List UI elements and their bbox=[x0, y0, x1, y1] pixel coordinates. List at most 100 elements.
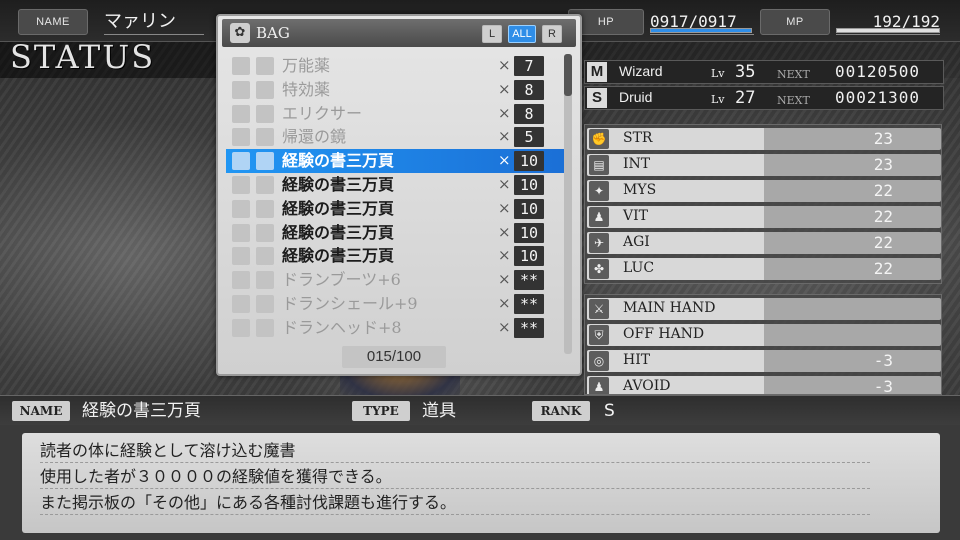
stat-name: HIT bbox=[623, 352, 651, 368]
item-name: 万能薬 bbox=[282, 56, 331, 75]
item-slot-icon bbox=[256, 318, 274, 337]
stat-value: -3 bbox=[873, 377, 893, 395]
item-name: 経験の書三万頁 bbox=[282, 222, 395, 242]
info-type-label: TYPE bbox=[352, 401, 410, 421]
item-slot-icon bbox=[232, 223, 250, 242]
bag-item-row[interactable]: ドランブーツ+6 × ** bbox=[226, 268, 566, 292]
times-sign: × bbox=[498, 317, 511, 336]
bag-header: ✿ BAG L ALL R bbox=[222, 19, 576, 47]
stat-row: ▤ INT 23 bbox=[587, 154, 941, 176]
bag-item-row[interactable]: エリクサー × 8 bbox=[226, 102, 566, 126]
item-quantity: ** bbox=[514, 293, 544, 314]
tab-all[interactable]: ALL bbox=[508, 25, 536, 43]
bag-icon: ✿ bbox=[230, 23, 250, 43]
item-quantity: 8 bbox=[514, 79, 544, 100]
item-slot-icon bbox=[256, 152, 274, 171]
item-name: 経験の書三万頁 bbox=[282, 246, 395, 266]
stat-row: ✤ LUC 22 bbox=[587, 258, 941, 280]
bag-item-row[interactable]: ドランシェール+9 × ** bbox=[226, 292, 566, 316]
item-quantity: 10 bbox=[514, 246, 544, 267]
page-title: STATUS bbox=[10, 38, 156, 76]
name-label: NAME bbox=[18, 9, 88, 35]
stat-name: AGI bbox=[623, 234, 650, 250]
class-icon: S bbox=[587, 88, 607, 108]
item-slot-icon bbox=[232, 152, 250, 171]
description-panel: 読者の体に経験として溶け込む魔書 使用した者が３００００の経験値を獲得できる。 … bbox=[0, 425, 960, 540]
class-name: Wizard bbox=[619, 63, 663, 79]
off-hand-icon: ⛨ bbox=[589, 325, 609, 345]
times-sign: × bbox=[498, 198, 511, 217]
item-name: ドランシェール+9 bbox=[282, 293, 418, 313]
item-name: 帰還の鏡 bbox=[282, 127, 347, 147]
stat-name: OFF HAND bbox=[623, 326, 705, 342]
times-sign: × bbox=[498, 246, 511, 265]
bag-item-row[interactable]: 経験の書三万頁 × 10 bbox=[226, 244, 566, 268]
bag-item-row[interactable]: 特効薬 × 8 bbox=[226, 78, 566, 102]
item-slot-icon bbox=[232, 175, 250, 194]
info-name-value: 経験の書三万頁 bbox=[82, 401, 201, 421]
scrollbar-thumb[interactable] bbox=[564, 54, 572, 96]
hp-bar bbox=[650, 28, 752, 33]
bag-item-row[interactable]: 経験の書三万頁 × 10 bbox=[226, 197, 566, 221]
next-exp-value: 00021300 bbox=[835, 88, 921, 107]
luc-icon: ✤ bbox=[589, 259, 609, 279]
stat-row: ⚔ MAIN HAND bbox=[587, 298, 941, 320]
stat-row: ♟ AVOID -3 bbox=[587, 376, 941, 395]
item-quantity: 10 bbox=[514, 198, 544, 219]
int-icon: ▤ bbox=[589, 155, 609, 175]
stat-value: 22 bbox=[873, 259, 893, 278]
item-name: 経験の書三万頁 bbox=[282, 174, 395, 194]
description-line: 使用した者が３００００の経験値を獲得できる。 bbox=[40, 465, 870, 489]
bag-item-row[interactable]: ドランヘッド+8 × ** bbox=[226, 316, 566, 340]
tab-l[interactable]: L bbox=[482, 25, 502, 43]
item-slot-icon bbox=[256, 128, 274, 147]
hp-bar-fill bbox=[651, 29, 751, 32]
item-slot-icon bbox=[232, 104, 250, 123]
character-name: マァリン bbox=[104, 9, 204, 35]
agi-icon: ✈ bbox=[589, 233, 609, 253]
item-slot-icon bbox=[256, 80, 274, 99]
item-slot-icon bbox=[232, 199, 250, 218]
stat-name: AVOID bbox=[623, 378, 671, 394]
class-name: Druid bbox=[619, 89, 653, 105]
stat-row: ⛨ OFF HAND bbox=[587, 324, 941, 346]
level-label: Lv bbox=[711, 93, 725, 106]
bag-item-row[interactable]: 経験の書三万頁 × 10 bbox=[226, 173, 566, 197]
item-slot-icon bbox=[256, 104, 274, 123]
bag-item-row[interactable]: 経験の書三万頁 × 10 bbox=[226, 149, 566, 173]
stat-row: ✊ STR 23 bbox=[587, 128, 941, 150]
item-slot-icon bbox=[256, 271, 274, 290]
bag-item-row[interactable]: 万能薬 × 7 bbox=[226, 54, 566, 78]
times-sign: × bbox=[498, 103, 511, 122]
stat-row: ◎ HIT -3 bbox=[587, 350, 941, 372]
item-quantity: 5 bbox=[514, 127, 544, 148]
tab-r[interactable]: R bbox=[542, 25, 562, 43]
info-type-value: 道具 bbox=[422, 401, 456, 421]
item-quantity: 10 bbox=[514, 222, 544, 243]
equipment-panel: ⚔ MAIN HAND ⛨ OFF HAND ◎ HIT -3 ♟ AVOID -3 bbox=[584, 294, 942, 395]
level-value: 27 bbox=[735, 88, 756, 108]
info-rank-value: S bbox=[604, 401, 615, 421]
times-sign: × bbox=[498, 174, 511, 193]
description-line: また掲示板の「その他」にある各種討伐課題も進行する。 bbox=[40, 491, 870, 515]
item-slot-icon bbox=[232, 80, 250, 99]
class-icon: M bbox=[587, 62, 607, 82]
avoid-icon: ♟ bbox=[589, 377, 609, 394]
item-scrollbar[interactable] bbox=[564, 54, 572, 354]
item-slot-icon bbox=[232, 294, 250, 313]
times-sign: × bbox=[498, 56, 511, 74]
item-slot-icon bbox=[232, 271, 250, 290]
times-sign: × bbox=[498, 151, 511, 170]
item-slot-icon bbox=[256, 199, 274, 218]
info-name-label: NAME bbox=[12, 401, 70, 421]
bag-item-row[interactable]: 経験の書三万頁 × 10 bbox=[226, 221, 566, 245]
next-label: NEXT bbox=[777, 94, 810, 107]
bag-item-row[interactable]: 帰還の鏡 × 5 bbox=[226, 125, 566, 149]
item-name: ドランヘッド+8 bbox=[282, 317, 402, 337]
bag-panel: ✿ BAG L ALL R 万能薬 × 7 特効薬 × 8 エリクサー × 8 帰還の鏡 × 5 経験の… bbox=[216, 14, 582, 376]
stat-name: MAIN HAND bbox=[623, 300, 716, 316]
item-quantity: 7 bbox=[514, 56, 544, 76]
stat-name: STR bbox=[623, 130, 653, 146]
times-sign: × bbox=[498, 79, 511, 98]
mp-bar-fill bbox=[837, 29, 939, 32]
